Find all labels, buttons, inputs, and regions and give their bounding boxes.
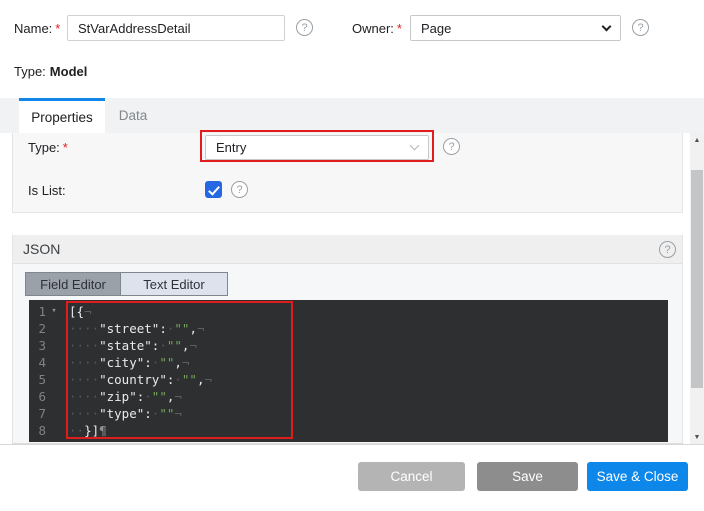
tab-properties[interactable]: Properties: [19, 98, 105, 133]
entry-type-required-mark: *: [63, 140, 68, 155]
owner-label: Owner:*: [352, 21, 402, 36]
name-input[interactable]: [67, 15, 285, 41]
entry-type-help-icon[interactable]: ?: [443, 138, 460, 155]
code-lines: 1▾[{¬2····"street":·"",¬3····"state":·""…: [29, 303, 668, 439]
type-info: Type: Model: [14, 64, 87, 79]
save-button[interactable]: Save: [477, 462, 578, 491]
footer-divider: [0, 444, 704, 445]
cancel-button[interactable]: Cancel: [358, 462, 465, 491]
code-text: ··}]¶: [62, 422, 107, 439]
fold-gutter: [46, 405, 62, 422]
code-text: ····"state":·"",¬: [62, 337, 197, 354]
fold-gutter: [46, 320, 62, 337]
code-line: 6 ····"zip":·"",¬: [29, 388, 668, 405]
code-line: 7 ····"type":·""¬: [29, 405, 668, 422]
entry-type-label: Type:*: [28, 140, 68, 155]
scrollbar-down-arrow-icon[interactable]: ▼: [690, 430, 704, 444]
chevron-down-icon: [410, 141, 420, 151]
save-and-close-button[interactable]: Save & Close: [587, 462, 688, 491]
code-line: 8 ··}]¶: [29, 422, 668, 439]
type-info-value: Model: [50, 64, 88, 79]
content-scrollbar[interactable]: ▲ ▼: [690, 133, 704, 444]
entry-type-label-text: Type:: [28, 140, 60, 155]
owner-label-text: Owner:: [352, 21, 394, 36]
code-text: ····"zip":·"",¬: [62, 388, 182, 405]
fold-gutter: [46, 422, 62, 439]
fold-gutter: [46, 388, 62, 405]
json-panel: JSON Field Editor Text Editor 1▾[{¬2····…: [12, 235, 683, 444]
entry-type-select[interactable]: Entry: [205, 135, 429, 160]
json-code-editor[interactable]: 1▾[{¬2····"street":·"",¬3····"state":·""…: [29, 300, 668, 442]
editor-mode-toggle: Field Editor Text Editor: [25, 272, 228, 296]
name-required-mark: *: [55, 21, 60, 36]
line-number: 1: [34, 303, 46, 320]
scrollbar-up-arrow-icon[interactable]: ▲: [690, 133, 704, 147]
chevron-down-icon: [602, 21, 612, 31]
name-help-icon[interactable]: ?: [296, 19, 313, 36]
name-label: Name:*: [14, 21, 60, 36]
owner-required-mark: *: [397, 21, 402, 36]
name-label-text: Name:: [14, 21, 52, 36]
code-text: ····"type":·""¬: [62, 405, 182, 422]
owner-help-icon[interactable]: ?: [632, 19, 649, 36]
field-editor-button[interactable]: Field Editor: [26, 273, 121, 295]
line-number: 8: [34, 422, 46, 439]
json-section-title: JSON: [23, 241, 60, 257]
fold-gutter: [46, 354, 62, 371]
line-number: 2: [34, 320, 46, 337]
code-line: 5 ····"country":·"",¬: [29, 371, 668, 388]
fold-arrow-icon[interactable]: ▾: [46, 303, 62, 320]
type-info-label: Type:: [14, 64, 46, 79]
code-text: ····"street":·"",¬: [62, 320, 205, 337]
code-line: 3 ····"state":·"",¬: [29, 337, 668, 354]
is-list-checkbox[interactable]: [205, 181, 222, 198]
scrollbar-thumb[interactable]: [691, 170, 703, 388]
owner-select[interactable]: Page: [410, 15, 621, 41]
code-text: ····"country":·"",¬: [62, 371, 212, 388]
fold-gutter: [46, 371, 62, 388]
line-number: 6: [34, 388, 46, 405]
code-line: 4 ····"city":·"",¬: [29, 354, 668, 371]
line-number: 5: [34, 371, 46, 388]
owner-select-value: Page: [421, 21, 451, 36]
is-list-label: Is List:: [28, 183, 66, 198]
variable-editor-dialog: Name:* ? Owner:* Page ? Type:Model Prope…: [0, 0, 704, 511]
line-number: 7: [34, 405, 46, 422]
tab-strip: Properties Data: [0, 98, 704, 133]
fold-gutter: [46, 337, 62, 354]
line-number: 3: [34, 337, 46, 354]
line-number: 4: [34, 354, 46, 371]
code-text: ····"city":·"",¬: [62, 354, 189, 371]
text-editor-button[interactable]: Text Editor: [121, 273, 227, 295]
tab-data[interactable]: Data: [105, 98, 161, 133]
code-line: 1▾[{¬: [29, 303, 668, 320]
json-section-header: JSON: [13, 235, 682, 264]
json-help-icon[interactable]: ?: [659, 241, 676, 258]
code-text: [{¬: [62, 303, 92, 320]
entry-type-select-value: Entry: [216, 140, 246, 155]
is-list-help-icon[interactable]: ?: [231, 181, 248, 198]
code-line: 2 ····"street":·"",¬: [29, 320, 668, 337]
